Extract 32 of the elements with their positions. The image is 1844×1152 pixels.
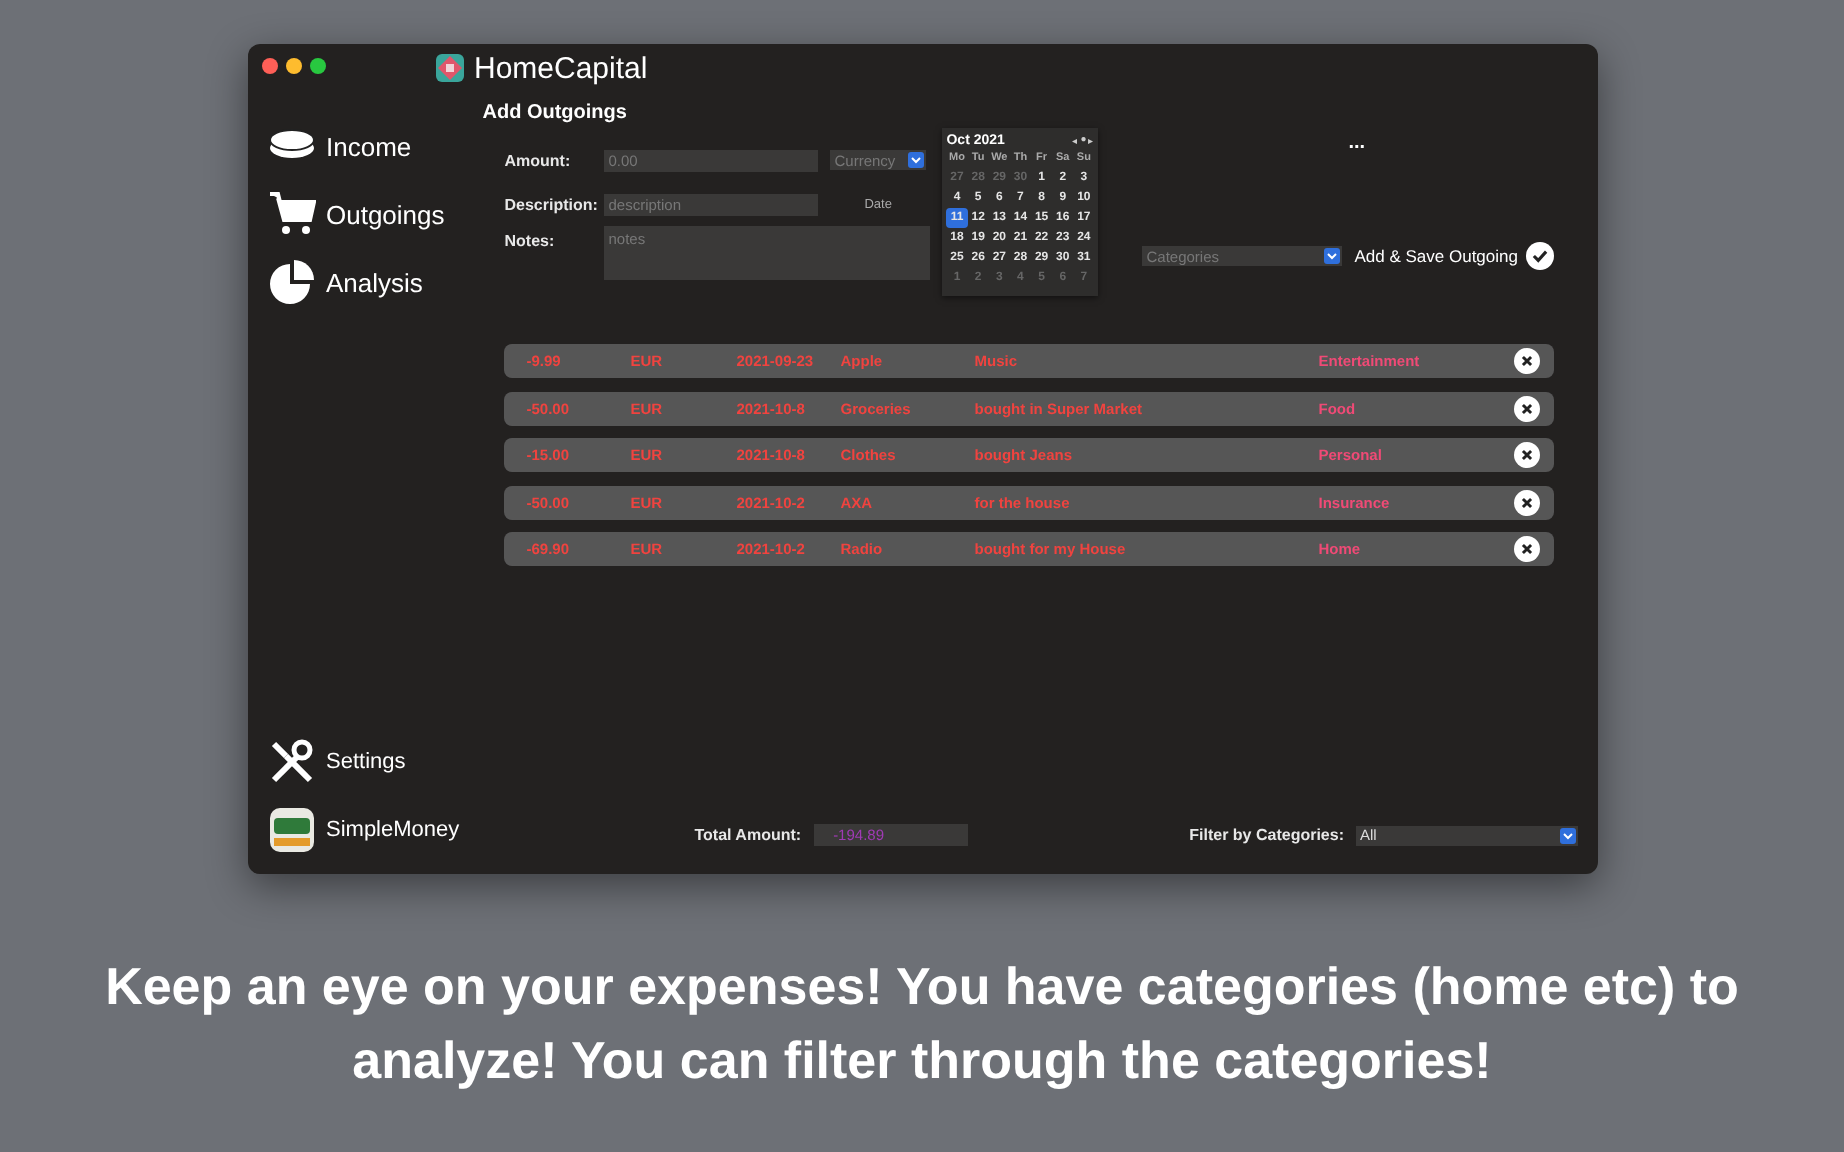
filter-label: Filter by Categories: <box>1189 826 1344 844</box>
tools-icon <box>268 738 316 786</box>
sidebar-item[interactable]: SimpleMoney <box>268 806 477 854</box>
chevron-icon <box>908 152 925 168</box>
zoom-window-button[interactable] <box>310 58 326 74</box>
delete-icon[interactable] <box>1514 348 1540 374</box>
app-logo-icon <box>434 52 466 84</box>
window-title: HomeCapital <box>474 51 648 85</box>
delete-icon[interactable] <box>1514 489 1540 515</box>
sidebar-item[interactable]: Settings <box>268 738 477 786</box>
pie-chart-icon <box>268 258 316 306</box>
delete-icon[interactable] <box>1514 536 1540 562</box>
field-label: Notes: <box>504 232 557 250</box>
save-button[interactable]: Add & Save Outgoing <box>1354 242 1554 270</box>
sidebar-item[interactable]: Income <box>268 122 477 170</box>
caption-text: Keep an eye on your expenses! You have categories (home etc) to analyze! You can filter through the categories! <box>103 954 1741 1094</box>
delete-icon[interactable] <box>1514 442 1540 468</box>
field-label: Amount: <box>504 151 573 169</box>
field-label: Description: <box>504 195 600 213</box>
sidebar-item[interactable]: Outgoings <box>268 190 477 238</box>
cart-icon <box>268 190 316 238</box>
app-logo-icon <box>268 806 316 854</box>
total-label: Total Amount: <box>694 826 802 844</box>
delete-icon[interactable] <box>1514 395 1540 421</box>
chevron-icon <box>1560 827 1576 843</box>
chevron-icon <box>1324 248 1341 264</box>
more-button[interactable]: ... <box>1348 138 1554 162</box>
checkmark-icon <box>1526 242 1554 270</box>
section-heading: Add Outgoings <box>482 102 629 124</box>
sidebar-item[interactable]: Analysis <box>268 258 477 306</box>
close-window-button[interactable] <box>262 58 278 74</box>
minimize-window-button[interactable] <box>286 58 302 74</box>
